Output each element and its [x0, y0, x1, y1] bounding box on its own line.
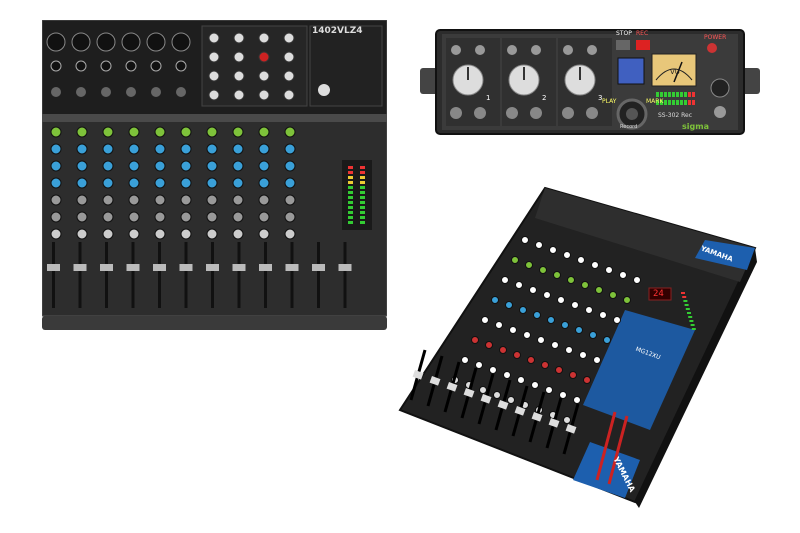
- recorder-ch2-label: 2: [542, 94, 547, 102]
- recorder-vu-label: VU: [670, 68, 680, 76]
- recorder-ch1-label: 1: [486, 94, 491, 102]
- recorder: STOP REC POWER VU PLAY MARK Record SS-30…: [420, 28, 760, 136]
- recorder-mark-label: MARK: [646, 98, 664, 105]
- recorder-ch3-label: 3: [598, 94, 603, 102]
- mixer-left: 1402VLZ4: [41, 19, 388, 330]
- recorder-record-label: Record: [620, 124, 638, 130]
- mixer-right: 24 YAMAHA YAMAHA MG12XU: [395, 180, 760, 510]
- recorder-play-label: PLAY: [602, 98, 617, 105]
- mixer-right-display: 24: [653, 289, 664, 299]
- recorder-model-label: SS-302 Rec: [658, 112, 693, 119]
- mixer-left-model-label: 1402VLZ4: [312, 26, 363, 36]
- recorder-power-label: POWER: [704, 34, 727, 41]
- mixer-left-graphic: [41, 19, 388, 330]
- recorder-rec-label: REC: [636, 30, 649, 37]
- recorder-stop-label: STOP: [616, 30, 632, 37]
- mixer-right-graphic: [398, 186, 757, 508]
- recorder-graphic: [420, 29, 760, 135]
- recorder-brand-label: sigma: [682, 122, 709, 131]
